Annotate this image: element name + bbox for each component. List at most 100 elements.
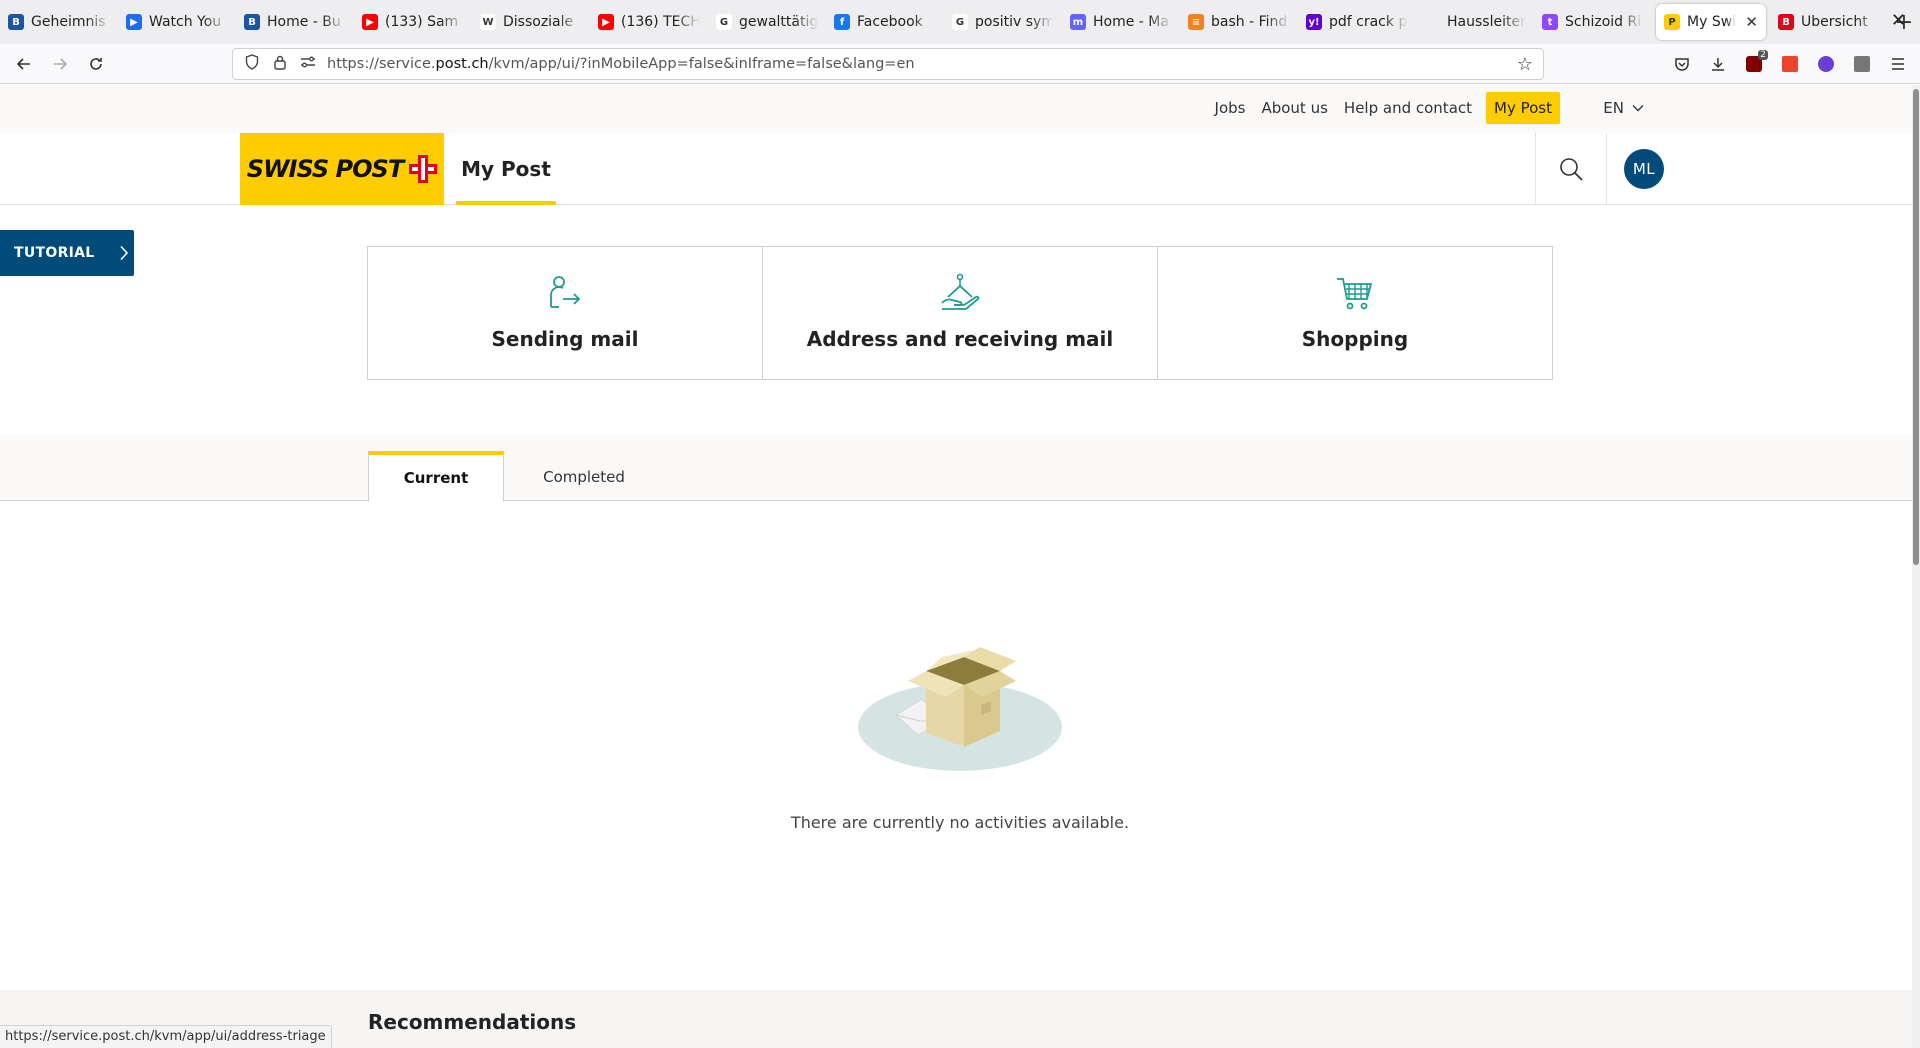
person-send-icon bbox=[550, 276, 581, 308]
favicon-icon: B bbox=[244, 14, 260, 30]
browser-tab[interactable]: B Übersicht bbox=[1770, 4, 1888, 40]
browser-tab-title: Schizoid Ri bbox=[1565, 14, 1642, 30]
browser-tab-title: gewalttätig bbox=[739, 14, 818, 30]
browser-tab[interactable]: m Home - Ma bbox=[1062, 4, 1180, 40]
tutorial-label: TUTORIAL bbox=[14, 245, 95, 261]
back-button[interactable] bbox=[6, 48, 42, 80]
browser-nav-bar: https://service.post.ch/kvm/app/ui/?inMo… bbox=[0, 44, 1920, 84]
favicon-icon: P bbox=[1664, 14, 1680, 30]
service-tiles: Sending mail Address and receiving mail … bbox=[367, 246, 1553, 380]
forward-button[interactable] bbox=[42, 48, 78, 80]
browser-tab-bar: B Geheimnis ▶ Watch You B Home - Bu ▶ (133) Sam… bbox=[0, 0, 1920, 44]
activity-tabs: Current Completed bbox=[0, 435, 1912, 502]
megaphone-extension-icon[interactable] bbox=[1776, 50, 1804, 78]
browser-tab[interactable]: f Facebook bbox=[826, 4, 944, 40]
page-scrollbar[interactable] bbox=[1912, 85, 1920, 1048]
browser-tab-title: Home - Ma bbox=[1093, 14, 1169, 30]
page-title-my-post[interactable]: My Post bbox=[456, 133, 556, 205]
swiss-post-logo[interactable]: SWISS POST bbox=[240, 133, 444, 205]
browser-tab[interactable]: B Home - Bu bbox=[236, 4, 354, 40]
purple-extension-icon[interactable] bbox=[1812, 50, 1840, 78]
meta-link-jobs[interactable]: Jobs bbox=[1211, 93, 1250, 123]
browser-tab-title: (136) TECH bbox=[621, 14, 700, 30]
lock-icon[interactable] bbox=[271, 54, 289, 74]
recommendations-title: Recommendations bbox=[368, 1010, 577, 1034]
favicon-icon: t bbox=[1542, 14, 1558, 30]
language-label: EN bbox=[1603, 99, 1624, 117]
browser-tab[interactable]: Haussleiter, D bbox=[1416, 4, 1534, 40]
ublock-extension-icon[interactable]: 2 bbox=[1740, 50, 1768, 78]
tile-shopping[interactable]: Shopping bbox=[1158, 247, 1552, 379]
browser-tab-title: Geheimnis bbox=[31, 14, 106, 30]
logo-text: SWISS POST bbox=[246, 155, 404, 183]
tile-label: Sending mail bbox=[491, 327, 639, 351]
tile-label: Address and receiving mail bbox=[806, 327, 1114, 351]
browser-tab[interactable]: Gpositiv sym bbox=[944, 4, 1062, 40]
favicon-icon: f bbox=[834, 14, 850, 30]
shield-icon[interactable] bbox=[243, 54, 261, 74]
url-domain: post.ch bbox=[435, 56, 489, 72]
swiss-cross-icon bbox=[409, 155, 438, 183]
favicon-icon: y! bbox=[1306, 14, 1322, 30]
image-extension-icon[interactable] bbox=[1848, 50, 1876, 78]
extension-badge: 2 bbox=[1758, 50, 1768, 60]
browser-tab[interactable]: t Schizoid Ri bbox=[1534, 4, 1652, 40]
tab-strip: B Geheimnis ▶ Watch You B Home - Bu ▶ (133) Sam… bbox=[0, 4, 1888, 40]
window-close-icon[interactable]: ✕ bbox=[1891, 10, 1906, 31]
browser-tab[interactable]: ▶ (133) Sam bbox=[354, 4, 472, 40]
favicon-icon: ▶ bbox=[126, 14, 142, 30]
tile-address-receiving-mail[interactable]: Address and receiving mail bbox=[763, 247, 1158, 379]
browser-tab[interactable]: ▶ (136) TECH bbox=[590, 4, 708, 40]
status-bar-link: https://service.post.ch/kvm/app/ui/addre… bbox=[0, 1025, 332, 1048]
browser-tab-title: bash - Find bbox=[1211, 14, 1288, 30]
browser-tab-title: Haussleiter, D bbox=[1447, 14, 1526, 30]
url-text: https://service.post.ch/kvm/app/ui/?inMo… bbox=[327, 56, 915, 72]
meta-my-post-button[interactable]: My Post bbox=[1486, 92, 1560, 124]
chevron-down-icon bbox=[1632, 105, 1644, 112]
search-button[interactable] bbox=[1535, 133, 1607, 204]
tab-completed[interactable]: Completed bbox=[520, 451, 648, 502]
tutorial-button[interactable]: TUTORIAL bbox=[0, 230, 134, 276]
browser-tab[interactable]: Ggewalttätig bbox=[708, 4, 826, 40]
browser-tab-title: pdf crack p bbox=[1329, 14, 1408, 30]
menu-hamburger-icon[interactable] bbox=[1884, 50, 1912, 78]
browser-tab-title: Übersicht bbox=[1801, 14, 1868, 30]
browser-tab[interactable]: y! pdf crack p bbox=[1298, 4, 1416, 40]
favicon-icon: m bbox=[1070, 14, 1086, 30]
reload-button[interactable] bbox=[78, 48, 114, 80]
reload-icon bbox=[90, 57, 102, 70]
url-prefix: https://service. bbox=[327, 56, 436, 72]
browser-tab[interactable]: ≡ bash - Find bbox=[1180, 4, 1298, 40]
user-avatar[interactable]: ML bbox=[1624, 149, 1664, 189]
tile-label: Shopping bbox=[1301, 327, 1409, 351]
address-bar[interactable]: https://service.post.ch/kvm/app/ui/?inMo… bbox=[232, 48, 1544, 80]
permissions-icon[interactable] bbox=[299, 55, 317, 73]
bookmark-star-icon[interactable]: ☆ bbox=[1517, 54, 1533, 75]
empty-state-text: There are currently no activities availa… bbox=[790, 813, 1130, 832]
meta-navigation: Jobs About us Help and contact My Post E… bbox=[0, 85, 1912, 133]
browser-tab[interactable]: B Geheimnis bbox=[0, 4, 118, 40]
favicon-icon: G bbox=[952, 14, 968, 30]
pocket-icon[interactable] bbox=[1668, 50, 1696, 78]
meta-link-help-contact[interactable]: Help and contact bbox=[1340, 93, 1476, 123]
tab-close-icon[interactable]: ✕ bbox=[1745, 13, 1758, 31]
browser-tab[interactable]: ▶ Watch You bbox=[118, 4, 236, 40]
downloads-icon[interactable] bbox=[1704, 50, 1732, 78]
scrollbar-thumb[interactable] bbox=[1913, 89, 1919, 565]
meta-links: Jobs About us Help and contact My Post bbox=[1211, 92, 1560, 124]
browser-tab-title: (133) Sam bbox=[385, 14, 459, 30]
browser-tab-title: Home - Bu bbox=[267, 14, 341, 30]
language-selector[interactable]: EN bbox=[1603, 99, 1644, 117]
meta-link-about-us[interactable]: About us bbox=[1257, 93, 1331, 123]
back-arrow-icon bbox=[16, 57, 30, 70]
favicon-icon: W bbox=[480, 14, 496, 30]
main-header: SWISS POST My Post ML bbox=[0, 133, 1912, 205]
favicon-icon: B bbox=[8, 14, 24, 30]
browser-tab[interactable]: W Dissoziale bbox=[472, 4, 590, 40]
browser-tab-title: Watch You bbox=[149, 14, 222, 30]
tab-current[interactable]: Current bbox=[368, 451, 504, 502]
tile-sending-mail[interactable]: Sending mail bbox=[368, 247, 763, 379]
shopping-cart-icon bbox=[1337, 278, 1373, 310]
browser-tab[interactable]: P My Swiss ✕ bbox=[1656, 4, 1766, 40]
browser-tab-title: My Swiss bbox=[1687, 14, 1737, 30]
